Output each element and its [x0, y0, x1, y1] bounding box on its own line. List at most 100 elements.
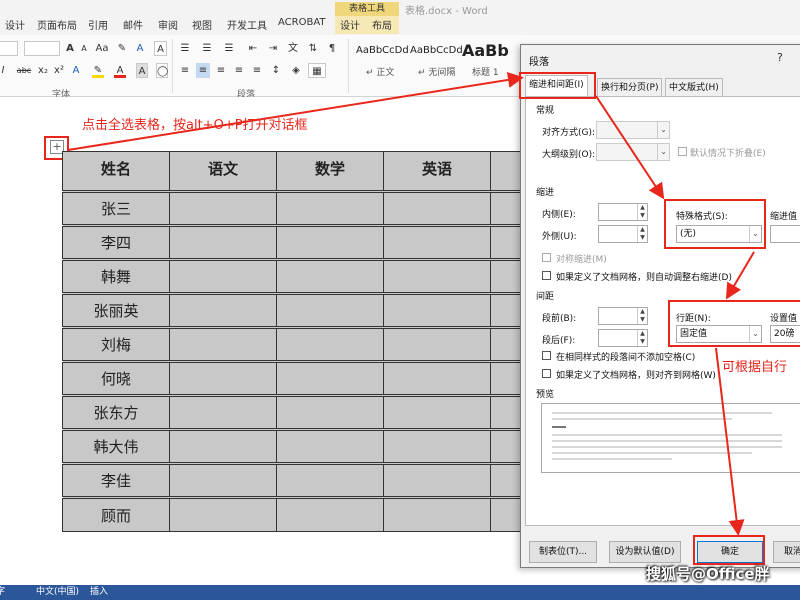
table-cell[interactable] — [383, 326, 491, 362]
shrink-font-button[interactable]: A — [78, 41, 90, 56]
table-cell[interactable] — [383, 360, 491, 396]
increase-indent-icon[interactable]: ⇥ — [266, 41, 280, 56]
name-cell[interactable]: 韩大伟 — [62, 428, 170, 464]
enclose-char-icon[interactable]: ◯ — [156, 63, 168, 78]
name-cell[interactable]: 刘梅 — [62, 326, 170, 362]
show-marks-icon[interactable]: ¶ — [326, 41, 338, 56]
alignment-dropdown[interactable]: ⌄ — [596, 121, 670, 139]
align-center-icon[interactable]: ≡ — [196, 63, 210, 78]
name-cell[interactable]: 顾而 — [62, 496, 170, 532]
tab-table-design[interactable]: 设计 — [340, 17, 360, 32]
table-cell[interactable] — [169, 258, 277, 294]
status-language[interactable]: 中文(中国) — [36, 585, 79, 600]
table-cell[interactable] — [276, 292, 384, 328]
table-cell[interactable] — [169, 190, 277, 226]
mirror-indent-checkbox[interactable] — [542, 253, 551, 262]
decrease-indent-icon[interactable]: ⇤ — [246, 41, 260, 56]
tabs-button[interactable]: 制表位(T)... — [529, 541, 597, 563]
table-cell[interactable] — [169, 394, 277, 430]
space-before-input[interactable]: ▲ ▼ — [598, 307, 648, 325]
spin-arrows-icon[interactable]: ▲ ▼ — [637, 308, 647, 324]
collapse-checkbox[interactable] — [678, 147, 687, 156]
italic-button[interactable]: I — [0, 63, 8, 78]
spin-arrows-icon[interactable]: ▲ ▼ — [637, 204, 647, 220]
superscript-button[interactable]: x² — [52, 63, 66, 78]
table-cell[interactable] — [276, 428, 384, 464]
tab-acrobat[interactable]: ACROBAT — [278, 17, 326, 28]
tab-line-page-breaks[interactable]: 换行和分页(P) — [597, 78, 663, 96]
table-cell[interactable] — [276, 394, 384, 430]
tab-design[interactable]: 设计 — [5, 17, 25, 32]
table-cell[interactable] — [383, 428, 491, 464]
text-effects-button[interactable]: A — [70, 63, 82, 78]
help-icon[interactable]: ? — [777, 51, 783, 64]
table-cell[interactable] — [276, 190, 384, 226]
align-left-icon[interactable]: ≡ — [178, 63, 192, 78]
table-cell[interactable] — [276, 360, 384, 396]
table-cell[interactable] — [383, 462, 491, 498]
name-cell[interactable]: 李佳 — [62, 462, 170, 498]
grow-font-button[interactable]: A — [64, 41, 76, 56]
score-table[interactable]: 姓名 语文 数学 英语 张三 李四 韩舞 张丽英 刘梅 何晓 张东方 韩大伟 李… — [62, 151, 598, 532]
tab-mailings[interactable]: 邮件 — [123, 17, 143, 32]
table-cell[interactable] — [383, 190, 491, 226]
header-cell[interactable]: 英语 — [383, 151, 491, 192]
grid-indent-checkbox[interactable] — [542, 271, 551, 280]
bullets-icon[interactable]: ☰ — [178, 41, 192, 56]
table-cell[interactable] — [169, 326, 277, 362]
sort-icon[interactable]: ⇅ — [306, 41, 320, 56]
style-normal-preview[interactable]: AaBbCcDd — [356, 45, 409, 56]
tab-developer[interactable]: 开发工具 — [227, 17, 267, 32]
spin-arrows-icon[interactable]: ▲ ▼ — [637, 226, 647, 242]
tab-asian-typography[interactable]: 中文版式(H) — [665, 78, 723, 96]
table-cell[interactable] — [169, 428, 277, 464]
header-cell[interactable]: 数学 — [276, 151, 384, 192]
highlight-icon[interactable]: ✎ — [92, 63, 104, 78]
subscript-button[interactable]: x₂ — [36, 63, 50, 78]
table-cell[interactable] — [276, 462, 384, 498]
table-cell[interactable] — [276, 496, 384, 532]
set-default-button[interactable]: 设为默认值(D) — [609, 541, 681, 563]
clear-format-icon[interactable]: ✎ — [116, 41, 128, 56]
snap-grid-checkbox[interactable] — [542, 369, 551, 378]
strikethrough-button[interactable]: abc — [14, 63, 34, 78]
font-name-dropdown[interactable] — [0, 41, 18, 56]
indent-value-input[interactable] — [770, 225, 800, 243]
char-shading-button[interactable]: A — [136, 63, 148, 78]
table-cell[interactable] — [169, 224, 277, 260]
font-size-dropdown[interactable] — [24, 41, 60, 56]
style-no-spacing-preview[interactable]: AaBbCcDd — [410, 45, 463, 56]
tab-page-layout[interactable]: 页面布局 — [37, 17, 77, 32]
header-cell[interactable]: 语文 — [169, 151, 277, 192]
line-spacing-icon[interactable]: ↕ — [268, 63, 284, 78]
name-cell[interactable]: 张丽英 — [62, 292, 170, 328]
space-after-input[interactable]: ▲ ▼ — [598, 329, 648, 347]
change-case-button[interactable]: Aa — [94, 41, 110, 56]
table-cell[interactable] — [383, 258, 491, 294]
table-cell[interactable] — [383, 292, 491, 328]
phonetic-button[interactable]: A — [134, 41, 146, 56]
table-cell[interactable] — [169, 292, 277, 328]
table-cell[interactable] — [383, 394, 491, 430]
table-cell[interactable] — [383, 496, 491, 532]
table-cell[interactable] — [383, 224, 491, 260]
tab-table-layout[interactable]: 布局 — [372, 17, 392, 32]
header-cell[interactable]: 姓名 — [62, 151, 170, 192]
char-border-button[interactable]: A — [154, 41, 167, 56]
table-cell[interactable] — [169, 360, 277, 396]
outline-level-dropdown[interactable]: ⌄ — [596, 143, 670, 161]
style-heading1-preview[interactable]: AaBb — [462, 41, 509, 60]
cancel-button[interactable]: 取消 — [773, 541, 800, 563]
spin-arrows-icon[interactable]: ▲ ▼ — [637, 330, 647, 346]
font-color-button[interactable]: A — [114, 63, 126, 78]
outside-indent-input[interactable]: ▲ ▼ — [598, 225, 648, 243]
tab-references[interactable]: 引用 — [88, 17, 108, 32]
name-cell[interactable]: 韩舞 — [62, 258, 170, 294]
no-space-checkbox[interactable] — [542, 351, 551, 360]
name-cell[interactable]: 张三 — [62, 190, 170, 226]
borders-icon[interactable]: ▦ — [308, 63, 326, 78]
name-cell[interactable]: 张东方 — [62, 394, 170, 430]
numbering-icon[interactable]: ☰ — [200, 41, 214, 56]
status-word-count[interactable]: 字 — [0, 585, 5, 600]
multilevel-list-icon[interactable]: ☰ — [222, 41, 236, 56]
